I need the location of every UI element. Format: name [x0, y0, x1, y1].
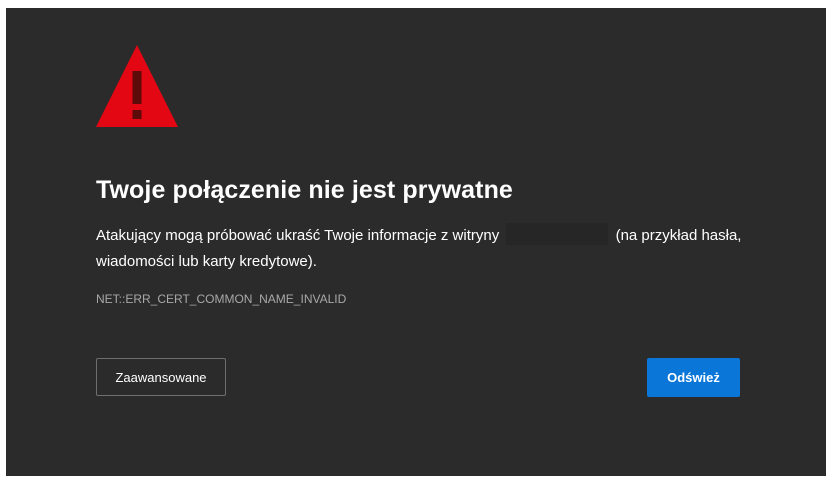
redacted-site-name [506, 223, 609, 245]
description-text-before: Atakujący mogą próbować ukraść Twoje inf… [96, 227, 500, 244]
advanced-button[interactable]: Zaawansowane [96, 358, 226, 396]
error-description: Atakujący mogą próbować ukraść Twoje inf… [96, 223, 756, 275]
error-code: NET::ERR_CERT_COMMON_NAME_INVALID [96, 292, 347, 306]
error-page: Twoje połączenie nie jest prywatne Ataku… [6, 8, 826, 476]
refresh-button[interactable]: Odśwież [647, 358, 740, 397]
warning-triangle-icon [96, 45, 178, 127]
page-title: Twoje połączenie nie jest prywatne [96, 176, 513, 204]
